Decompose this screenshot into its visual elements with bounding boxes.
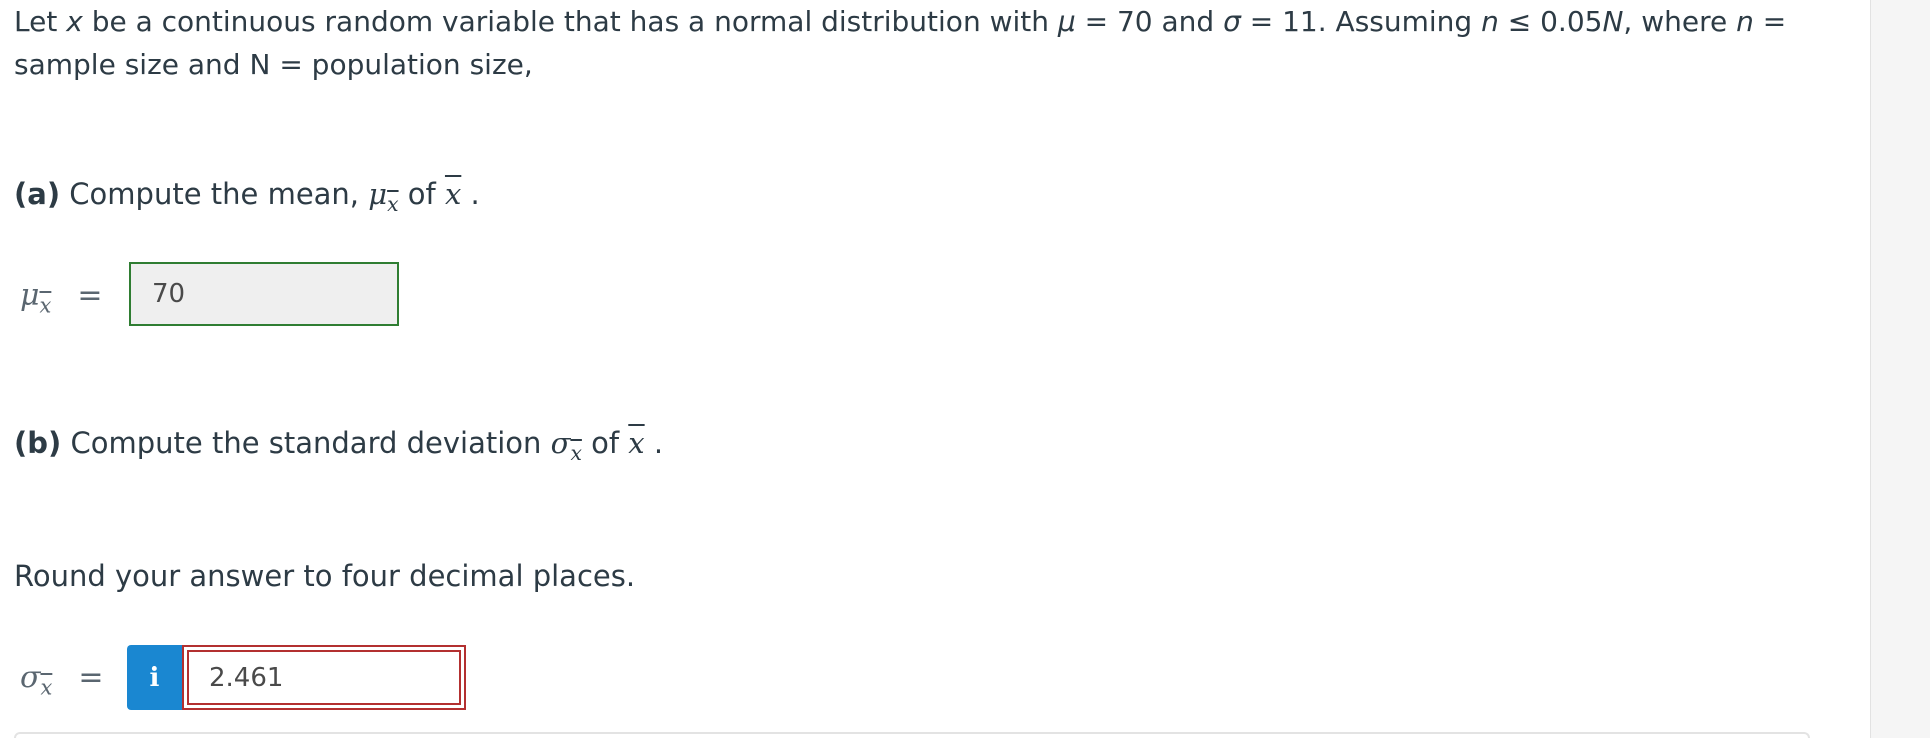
part-a-letter: (a): [14, 177, 61, 211]
part-b-text: .: [644, 426, 664, 460]
sigma-symbol: σ: [550, 426, 571, 460]
problem-statement: Let x be a continuous random variable th…: [14, 0, 1824, 86]
intro-text: ≤ 0.05: [1498, 5, 1603, 38]
var-x: x: [66, 5, 83, 38]
intro-text: = 70 and: [1075, 5, 1224, 38]
xbar-subscript: x: [387, 192, 399, 217]
var-mu: μ: [1057, 5, 1076, 38]
part-b-text: of: [581, 426, 629, 460]
part-a-text: .: [461, 177, 480, 211]
mu-symbol: μ: [368, 177, 388, 211]
var-n: n: [1736, 5, 1754, 38]
xbar-subscript: x: [570, 441, 582, 466]
intro-text: , where: [1623, 5, 1737, 38]
intro-text: be a continuous random variable that has…: [82, 5, 1058, 38]
part-a-heading: (a) Compute the mean, μx of x .: [14, 174, 480, 224]
question-content: Let x be a continuous random variable th…: [0, 0, 1870, 738]
std-dev-answer-label: σx =: [20, 658, 103, 707]
mu-symbol: μ: [20, 278, 40, 313]
part-b-letter: (b): [14, 426, 62, 460]
next-section-border: [14, 732, 1810, 738]
part-b-heading: (b) Compute the standard deviation σx of…: [14, 423, 663, 473]
xbar-subscript: x: [40, 675, 53, 700]
info-icon[interactable]: i: [127, 645, 182, 710]
rounding-instruction: Round your answer to four decimal places…: [14, 559, 636, 593]
intro-text: Let: [14, 5, 67, 38]
std-dev-answer-input[interactable]: [187, 650, 461, 705]
intro-text: = 11. Assuming: [1240, 5, 1482, 38]
equals-sign: =: [78, 660, 104, 695]
var-sigma: σ: [1223, 5, 1241, 38]
part-a-text: of: [398, 177, 445, 211]
part-a-text: Compute the mean,: [60, 177, 369, 211]
mean-answer-label: μx =: [20, 276, 102, 325]
xbar-symbol: x: [444, 177, 462, 211]
xbar-subscript: x: [39, 293, 52, 318]
var-N: N: [1602, 5, 1624, 38]
xbar-symbol: x: [628, 426, 645, 460]
mean-answer-input[interactable]: [129, 262, 399, 326]
scrollbar-gutter[interactable]: [1870, 0, 1930, 738]
std-dev-answer-frame: [182, 645, 466, 710]
sigma-symbol: σ: [20, 660, 41, 695]
part-b-text: Compute the standard deviation: [61, 426, 551, 460]
var-n: n: [1481, 5, 1499, 38]
equals-sign: =: [77, 278, 103, 313]
